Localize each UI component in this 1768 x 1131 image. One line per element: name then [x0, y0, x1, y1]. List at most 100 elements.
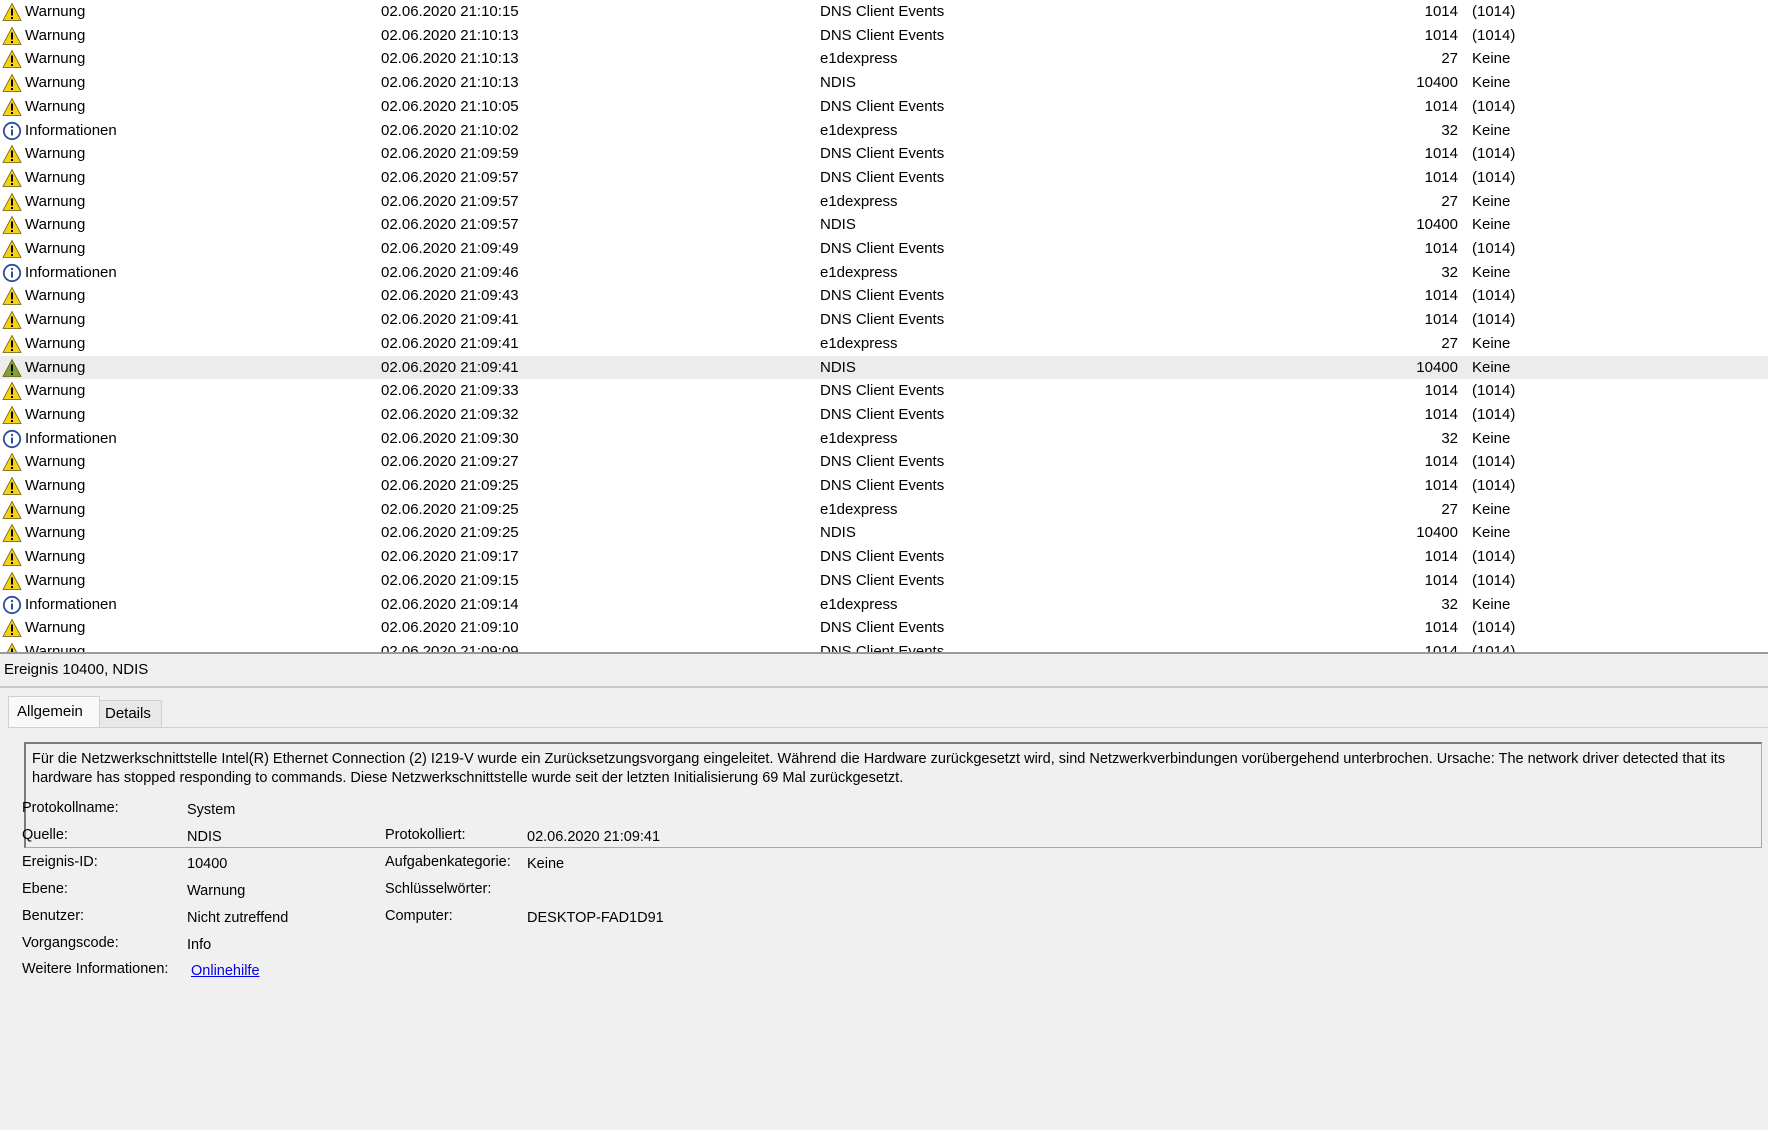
- warning-icon: [2, 523, 22, 543]
- label-event-id: Ereignis-ID:: [22, 854, 98, 870]
- cell-source: e1dexpress: [820, 334, 898, 352]
- value-task-category: Keine: [527, 856, 565, 872]
- table-row[interactable]: Warnung 02.06.2020 21:09:59 DNS Client Eve…: [0, 142, 1768, 166]
- table-row[interactable]: Warnung 02.06.2020 21:10:13 DNS Client Eve…: [0, 24, 1768, 48]
- event-list[interactable]: Warnung 02.06.2020 21:10:15 DNS Client Eve…: [0, 0, 1768, 652]
- label-logged: Protokolliert:: [385, 827, 466, 843]
- table-row[interactable]: Warnung 02.06.2020 21:09:10 DNS Client Eve…: [0, 616, 1768, 640]
- cell-task-category: (1014): [1472, 548, 1516, 566]
- tab-general[interactable]: Allgemein: [8, 696, 100, 727]
- cell-source: e1dexpress: [820, 595, 898, 613]
- table-row[interactable]: Warnung 02.06.2020 21:09:57 e1dexpress 27 Ke…: [0, 190, 1768, 214]
- table-row[interactable]: Warnung 02.06.2020 21:09:32 DNS Client Eve…: [0, 403, 1768, 427]
- warning-icon: [2, 642, 22, 652]
- cell-date: 02.06.2020 21:09:57: [381, 192, 519, 210]
- cell-date: 02.06.2020 21:09:17: [381, 548, 519, 566]
- table-row[interactable]: Warnung 02.06.2020 21:10:15 DNS Client Eve…: [0, 0, 1768, 24]
- table-row[interactable]: Informationen 02.06.2020 21:09:30 e1dexpre…: [0, 427, 1768, 451]
- cell-level: Warnung: [25, 453, 86, 471]
- cell-date: 02.06.2020 21:09:41: [381, 334, 519, 352]
- cell-date: 02.06.2020 21:09:59: [381, 145, 519, 163]
- warning-icon: [2, 73, 22, 93]
- cell-source: DNS Client Events: [820, 97, 945, 115]
- value-computer: DESKTOP-FAD1D91: [527, 910, 664, 926]
- warning-icon: [2, 2, 22, 22]
- table-row[interactable]: Warnung 02.06.2020 21:10:13 NDIS 10400 Keine: [0, 71, 1768, 95]
- cell-source: DNS Client Events: [820, 145, 945, 163]
- cell-source: NDIS: [820, 358, 856, 376]
- cell-event-id: 1014: [1424, 453, 1458, 471]
- cell-date: 02.06.2020 21:09:30: [381, 429, 519, 447]
- cell-level: Warnung: [25, 168, 86, 186]
- cell-task-category: (1014): [1472, 145, 1516, 163]
- cell-level: Warnung: [25, 216, 86, 234]
- cell-task-category: (1014): [1472, 619, 1516, 637]
- info-icon: [2, 429, 22, 449]
- tab-details[interactable]: Details: [96, 700, 162, 727]
- online-help-link[interactable]: Onlinehilfe: [191, 963, 260, 979]
- table-row[interactable]: Warnung 02.06.2020 21:09:15 DNS Client Eve…: [0, 569, 1768, 593]
- cell-date: 02.06.2020 21:10:13: [381, 74, 519, 92]
- table-row[interactable]: Warnung 02.06.2020 21:09:57 NDIS 10400 Keine: [0, 213, 1768, 237]
- table-row[interactable]: Warnung 02.06.2020 21:10:05 DNS Client Eve…: [0, 95, 1768, 119]
- table-row[interactable]: Informationen 02.06.2020 21:09:46 e1dexpre…: [0, 261, 1768, 285]
- table-row[interactable]: Warnung 02.06.2020 21:09:41 NDIS 10400 Keine: [0, 355, 1768, 380]
- cell-date: 02.06.2020 21:10:05: [381, 97, 519, 115]
- cell-source: e1dexpress: [820, 500, 898, 518]
- table-row[interactable]: Warnung 02.06.2020 21:09:41 DNS Client Eve…: [0, 308, 1768, 332]
- cell-source: DNS Client Events: [820, 548, 945, 566]
- label-keywords: Schlüsselwörter:: [385, 881, 492, 897]
- table-row[interactable]: Warnung 02.06.2020 21:09:33 DNS Client Eve…: [0, 379, 1768, 403]
- value-source: NDIS: [187, 829, 222, 845]
- cell-level: Warnung: [25, 240, 86, 257]
- cell-event-id: 1014: [1424, 168, 1458, 186]
- cell-event-id: 32: [1441, 121, 1458, 139]
- cell-task-category: Keine: [1472, 595, 1511, 613]
- table-row[interactable]: Warnung 02.06.2020 21:09:49 DNS Client Eve…: [0, 237, 1768, 261]
- cell-date: 02.06.2020 21:09:41: [381, 358, 519, 376]
- cell-task-category: Keine: [1472, 358, 1511, 376]
- table-row[interactable]: Warnung 02.06.2020 21:09:41 e1dexpress 27 Ke…: [0, 332, 1768, 356]
- cell-task-category: (1014): [1472, 240, 1516, 257]
- cell-level: Warnung: [25, 571, 86, 589]
- table-row[interactable]: Informationen 02.06.2020 21:09:14 e1dexpre…: [0, 593, 1768, 617]
- cell-event-id: 1014: [1424, 97, 1458, 115]
- cell-source: e1dexpress: [820, 263, 898, 281]
- table-row[interactable]: Warnung 02.06.2020 21:09:57 DNS Client Eve…: [0, 166, 1768, 190]
- cell-level: Warnung: [25, 74, 86, 92]
- cell-date: 02.06.2020 21:09:49: [381, 240, 519, 257]
- table-row[interactable]: Warnung 02.06.2020 21:10:13 e1dexpress 27 Ke…: [0, 47, 1768, 71]
- cell-event-id: 1014: [1424, 382, 1458, 400]
- warning-icon: [2, 97, 22, 117]
- cell-date: 02.06.2020 21:09:25: [381, 500, 519, 518]
- table-row[interactable]: Warnung 02.06.2020 21:09:17 DNS Client Eve…: [0, 545, 1768, 569]
- table-row[interactable]: Warnung 02.06.2020 21:09:09 DNS Client Eve…: [0, 640, 1768, 652]
- cell-level: Warnung: [25, 97, 86, 115]
- cell-date: 02.06.2020 21:09:10: [381, 619, 519, 637]
- table-row[interactable]: Informationen 02.06.2020 21:10:02 e1dexpre…: [0, 119, 1768, 143]
- table-row[interactable]: Warnung 02.06.2020 21:09:25 NDIS 10400 Keine: [0, 521, 1768, 545]
- cell-event-id: 1014: [1424, 287, 1458, 305]
- warning-icon: [2, 381, 22, 401]
- warning-icon: [2, 144, 22, 164]
- cell-level: Informationen: [25, 595, 117, 613]
- table-row[interactable]: Warnung 02.06.2020 21:09:25 DNS Client Eve…: [0, 474, 1768, 498]
- cell-source: NDIS: [820, 74, 856, 92]
- cell-source: e1dexpress: [820, 121, 898, 139]
- table-row[interactable]: Warnung 02.06.2020 21:09:27 DNS Client Eve…: [0, 450, 1768, 474]
- info-icon: [2, 595, 22, 615]
- table-row[interactable]: Warnung 02.06.2020 21:09:25 e1dexpress 27 Ke…: [0, 498, 1768, 522]
- cell-event-id: 10400: [1416, 524, 1458, 542]
- warning-icon: [2, 334, 22, 354]
- info-icon: [2, 121, 22, 141]
- detail-title: Ereignis 10400, NDIS: [4, 661, 149, 678]
- cell-source: DNS Client Events: [820, 642, 945, 652]
- table-row[interactable]: Warnung 02.06.2020 21:09:43 DNS Client Eve…: [0, 284, 1768, 308]
- cell-source: DNS Client Events: [820, 453, 945, 471]
- cell-source: DNS Client Events: [820, 405, 945, 423]
- cell-task-category: Keine: [1472, 74, 1511, 92]
- cell-date: 02.06.2020 21:10:02: [381, 121, 519, 139]
- cell-task-category: Keine: [1472, 192, 1511, 210]
- event-description[interactable]: Für die Netzwerkschnittstelle Intel(R) E…: [24, 742, 1762, 848]
- cell-level: Warnung: [25, 548, 86, 566]
